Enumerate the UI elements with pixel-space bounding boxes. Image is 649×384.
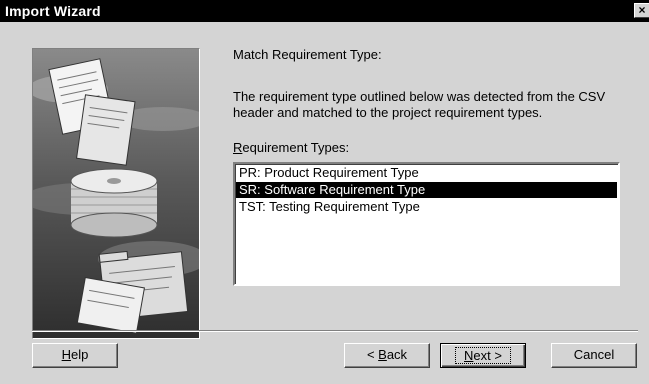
close-icon[interactable]: × [634, 3, 649, 18]
help-button[interactable]: Help [32, 343, 118, 368]
requirement-types-label: Requirement Types: [233, 140, 349, 155]
page-heading: Match Requirement Type: [233, 47, 382, 62]
list-item[interactable]: PR: Product Requirement Type [236, 165, 617, 181]
button-label: < [366, 347, 379, 362]
illustration-icon [33, 49, 199, 338]
list-item[interactable]: TST: Testing Requirement Type [236, 199, 617, 215]
label-text: equirement Types: [242, 140, 350, 155]
page-description: The requirement type outlined below was … [233, 89, 606, 120]
window-title: Import Wizard [5, 3, 101, 19]
title-bar: Import Wizard × [0, 0, 649, 22]
requirement-types-list[interactable]: PR: Product Requirement Type SR: Softwar… [233, 162, 620, 286]
next-button[interactable]: Next > [440, 343, 526, 368]
button-label: elp [71, 347, 89, 362]
back-button[interactable]: < Back [344, 343, 430, 368]
accelerator-key: H [61, 347, 72, 362]
accelerator-key: B [378, 347, 387, 362]
focus-rect: Next > [455, 347, 511, 364]
accelerator-key: R [233, 140, 243, 155]
accelerator-key: N [464, 348, 474, 363]
button-label: ext > [473, 348, 502, 363]
button-label: ack [386, 347, 408, 362]
cancel-button[interactable]: Cancel [551, 343, 637, 368]
divider [32, 330, 638, 332]
wizard-illustration [32, 48, 200, 339]
list-item-selected[interactable]: SR: Software Requirement Type [236, 182, 617, 198]
